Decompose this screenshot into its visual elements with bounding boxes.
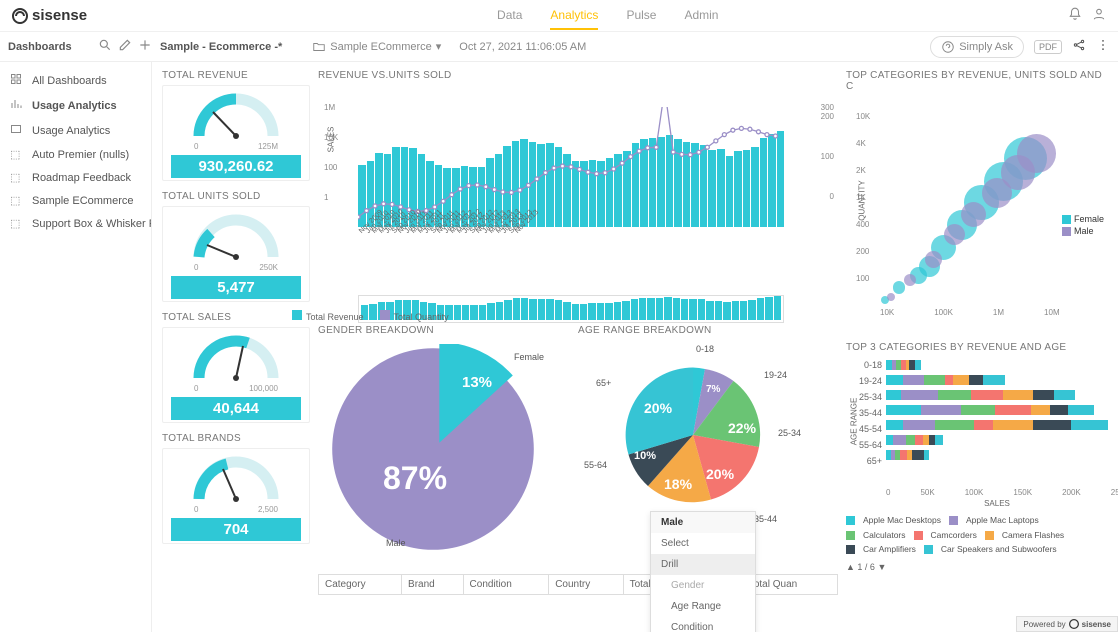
ctx-condition[interactable]: Condition <box>651 617 755 632</box>
revenue-chart-title: REVENUE vs.UNITS SOLD <box>318 68 838 85</box>
col-brand[interactable]: Brand <box>402 575 464 595</box>
nav-pulse[interactable]: Pulse <box>626 2 656 30</box>
user-icon[interactable] <box>1092 7 1106 24</box>
male-pct: 87% <box>383 460 447 497</box>
legend-female[interactable]: Female <box>1074 214 1104 224</box>
scatter-chart[interactable]: QUANTITY 10K4K2K1K400200100 10K100K1M10M… <box>846 96 1108 322</box>
gauge-revenue-value: 930,260.62 <box>171 155 301 178</box>
add-icon[interactable] <box>138 38 152 55</box>
age-pie-title: AGE RANGE BREAKDOWN <box>578 323 808 340</box>
share-icon[interactable] <box>1072 38 1086 55</box>
gender-pie[interactable]: Female Male 13% 87% <box>318 340 568 560</box>
legend-quantity[interactable]: Total Quantity <box>394 312 449 322</box>
folder-breadcrumb[interactable]: Sample ECommerce ▾ <box>312 40 441 54</box>
ctx-drill[interactable]: Drill <box>651 554 755 575</box>
hbar-legend: Apple Mac DesktopsApple Mac LaptopsCalcu… <box>846 514 1108 558</box>
ctx-gender[interactable]: Gender <box>651 575 755 596</box>
data-table[interactable]: Category Brand Condition Country Total R… <box>318 574 838 595</box>
female-pct: 13% <box>462 374 492 391</box>
sidebar-item-roadmap[interactable]: ⬚Roadmap Feedback <box>0 166 151 189</box>
edit-icon[interactable] <box>118 38 132 55</box>
female-label: Female <box>514 352 544 362</box>
simply-ask-button[interactable]: Simply Ask <box>930 36 1024 58</box>
sidebar: All Dashboards Usage Analytics Usage Ana… <box>0 62 152 632</box>
brand-logo[interactable]: sisense <box>12 7 87 24</box>
col-condition[interactable]: Condition <box>463 575 549 595</box>
gauge-units[interactable]: 0250K 5,477 <box>162 206 310 302</box>
nav-admin[interactable]: Admin <box>684 2 718 30</box>
gauge-units-title: TOTAL UNITS SOLD <box>162 189 310 206</box>
legend-revenue[interactable]: Total Revenue <box>306 312 364 322</box>
nav-data[interactable]: Data <box>497 2 522 30</box>
hbar-title: TOP 3 CATEGORIES BY REVENUE AND AGE <box>846 340 1108 357</box>
revenue-vs-units-chart[interactable]: SALES 1M10K1001 3002001000 Nov 2009Jan 2… <box>318 85 838 311</box>
gauge-units-value: 5,477 <box>171 276 301 299</box>
scatter-title: TOP CATEGORIES BY REVENUE, UNITS SOLD AN… <box>846 68 1108 96</box>
nav-analytics[interactable]: Analytics <box>550 2 598 30</box>
gauge-sales[interactable]: 0100,000 40,644 <box>162 327 310 423</box>
gauge-brands-value: 704 <box>171 518 301 541</box>
ctx-age-range[interactable]: Age Range <box>651 596 755 617</box>
dashboards-label: Dashboards <box>8 41 72 53</box>
legend-male[interactable]: Male <box>1074 226 1094 236</box>
sidebar-item-auto-premier[interactable]: ⬚Auto Premier (nulls) <box>0 143 151 166</box>
gauge-revenue[interactable]: 0125M 930,260.62 <box>162 85 310 181</box>
sidebar-item-sample-ecommerce[interactable]: ⬚Sample ECommerce <box>0 189 151 212</box>
context-menu: Male Select Drill Gender Age Range Condi… <box>650 511 756 632</box>
col-country[interactable]: Country <box>549 575 623 595</box>
gauge-brands-title: TOTAL BRANDS <box>162 431 310 448</box>
col-category[interactable]: Category <box>319 575 402 595</box>
hbar-chart[interactable]: 0-1819-2425-3435-4445-5455-6465+ <box>846 358 1108 488</box>
sidebar-item-all-dashboards[interactable]: All Dashboards <box>0 68 151 93</box>
powered-by[interactable]: Powered by sisense <box>1016 616 1118 632</box>
gender-pie-title: GENDER BREAKDOWN <box>318 323 568 340</box>
more-icon[interactable] <box>1096 38 1110 55</box>
dashboard-title[interactable]: Sample - Ecommerce -* <box>160 41 282 53</box>
search-icon[interactable] <box>98 38 112 55</box>
gauge-sales-value: 40,644 <box>171 397 301 420</box>
timestamp: Oct 27, 2021 11:06:05 AM <box>459 41 586 53</box>
gauge-revenue-title: TOTAL REVENUE <box>162 68 310 85</box>
ctx-header: Male <box>651 512 755 533</box>
gauge-brands[interactable]: 02,500 704 <box>162 448 310 544</box>
male-label: Male <box>386 538 406 548</box>
pdf-button[interactable]: PDF <box>1034 40 1062 54</box>
col-quantity[interactable]: Total Quan <box>742 575 837 595</box>
sidebar-item-support-box[interactable]: ⬚Support Box & Whisker Plot I... <box>0 212 151 235</box>
ctx-select[interactable]: Select <box>651 533 755 554</box>
sidebar-item-usage-analytics-2[interactable]: Usage Analytics <box>0 118 151 143</box>
sidebar-item-usage-analytics-1[interactable]: Usage Analytics <box>0 93 151 118</box>
bell-icon[interactable] <box>1068 7 1082 24</box>
gauge-sales-title: TOTAL SALES <box>162 310 310 327</box>
